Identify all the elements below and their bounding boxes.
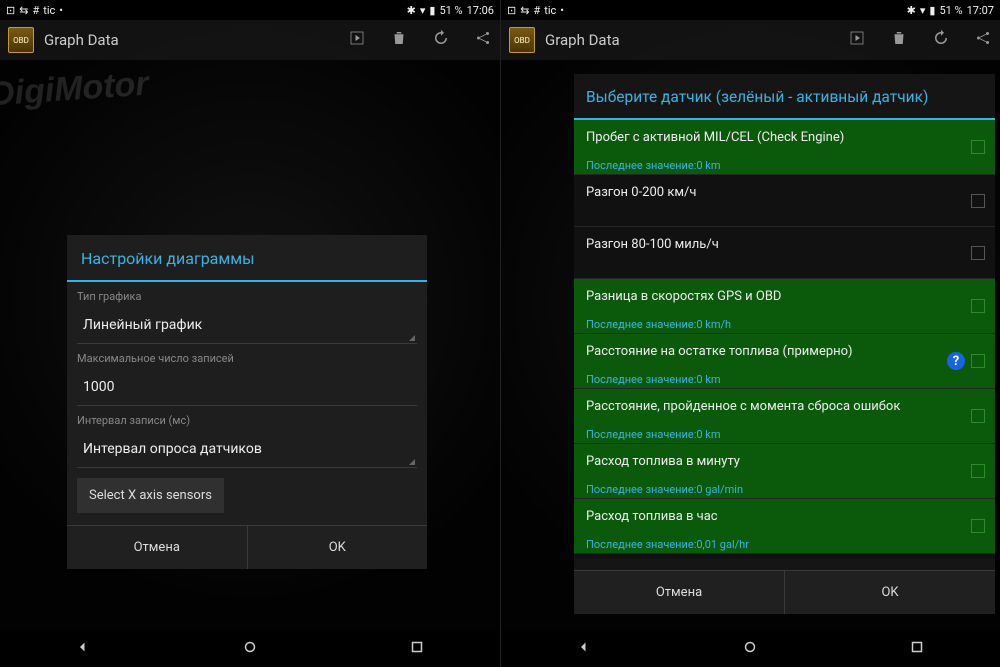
gap-icon: • [59,4,63,17]
refresh-icon[interactable] [932,29,950,51]
app-bar: OBD Graph Data [501,20,1000,60]
sensor-name: Расход топлива в час [586,509,983,524]
sensor-last-value: Последнее значение:0 gal/min [586,483,983,496]
gap-icon: • [560,4,564,17]
ok-button[interactable]: OK [784,571,995,614]
sensor-row[interactable]: Пробег с активной MIL/CEL (Check Engine)… [574,120,995,175]
help-icon[interactable]: ? [947,352,965,370]
sensor-row[interactable]: Расстояние на остатке топлива (примерно)… [574,334,995,389]
sensor-name: Разгон 80-100 миль/ч [586,237,983,252]
dock-icon: ⊡ [6,4,15,17]
interval-spinner[interactable]: Интервал опроса датчиков [77,431,417,468]
play-icon[interactable] [348,29,366,51]
hash-icon: # [533,4,540,17]
battery-icon: ▮ [429,4,435,17]
nav-bar [0,631,500,667]
back-icon[interactable] [74,638,92,660]
checkbox[interactable] [971,194,985,208]
sensor-name: Расстояние на остатке топлива (примерно) [586,344,983,359]
share-icon[interactable] [974,29,992,51]
carrier: tic [544,4,556,17]
sensor-name: Разница в скоростях GPS и OBD [586,289,983,304]
sensor-last-value: Последнее значение:0 km [586,428,983,441]
battery-icon: ▮ [929,4,935,17]
max-records-label: Максимальное число записей [67,344,427,365]
battery-pct: 51 % [439,4,462,17]
refresh-icon[interactable] [432,29,450,51]
sensor-row[interactable]: Разгон 0-200 км/ч [574,175,995,227]
checkbox[interactable] [971,299,985,313]
wifi-icon: ▾ [920,4,926,17]
arrow-icon: ⇆ [520,4,529,17]
checkbox[interactable] [971,519,985,533]
max-records-input[interactable]: 1000 [77,369,417,406]
chevron-down-icon [409,459,415,465]
home-icon[interactable] [741,638,759,660]
checkbox[interactable] [971,140,985,154]
dialog-title: Настройки диаграммы [67,235,427,280]
trash-icon[interactable] [390,29,408,51]
hash-icon: # [32,4,39,17]
arrow-icon: ⇆ [19,4,28,17]
bluetooth-icon: ✱ [407,4,416,17]
sensor-row[interactable]: Разгон 80-100 миль/ч [574,227,995,279]
chart-type-spinner[interactable]: Линейный график [77,307,417,344]
cancel-button[interactable]: Отмена [574,571,784,614]
battery-pct: 51 % [939,4,962,17]
share-icon[interactable] [474,29,492,51]
chart-type-label: Тип графика [67,282,427,303]
clock: 17:06 [467,4,494,17]
trash-icon[interactable] [890,29,908,51]
sensor-name: Расстояние, пройденное с момента сброса … [586,399,983,414]
checkbox[interactable] [971,464,985,478]
chart-settings-dialog: Настройки диаграммы Тип графика Линейный… [67,235,427,569]
app-bar: OBD Graph Data [0,20,500,60]
carrier: tic [43,4,55,17]
wifi-icon: ▾ [420,4,426,17]
app-icon: OBD [509,27,535,53]
sensor-row[interactable]: Расход топлива в час Последнее значение:0… [574,499,995,554]
dialog-title: Выберите датчик (зелёный - активный датч… [574,74,995,118]
app-icon: OBD [8,27,34,53]
app-title: Graph Data [545,31,620,49]
recents-icon[interactable] [908,638,926,660]
sensor-picker-dialog: Выберите датчик (зелёный - активный датч… [574,74,995,614]
sensor-row[interactable]: Скорость (GPS) [574,554,995,558]
chevron-down-icon [409,335,415,341]
sensor-row[interactable]: Расстояние, пройденное с момента сброса … [574,389,995,444]
sensor-last-value: Последнее значение:0 km [586,373,983,386]
checkbox[interactable] [971,246,985,260]
sensor-name: Пробег с активной MIL/CEL (Check Engine) [586,130,983,145]
bluetooth-icon: ✱ [907,4,916,17]
checkbox[interactable] [971,354,985,368]
select-sensors-button[interactable]: Select X axis sensors [77,478,224,513]
sensor-list[interactable]: Пробег с активной MIL/CEL (Check Engine)… [574,120,995,558]
cancel-button[interactable]: Отмена [67,526,247,569]
sensor-name: Разгон 0-200 км/ч [586,185,983,200]
sensor-row[interactable]: Расход топлива в минуту Последнее значени… [574,444,995,499]
interval-label: Интервал записи (мс) [67,406,427,427]
dock-icon: ⊡ [507,4,516,17]
status-bar: ⊡ ⇆ # tic • ✱ ▾ ▮ 51 % 17:06 [0,0,500,20]
checkbox[interactable] [971,409,985,423]
recents-icon[interactable] [408,638,426,660]
nav-bar [501,631,1000,667]
home-icon[interactable] [241,638,259,660]
sensor-name: Расход топлива в минуту [586,454,983,469]
app-title: Graph Data [44,31,119,49]
ok-button[interactable]: OK [247,526,428,569]
sensor-row[interactable]: Разница в скоростях GPS и OBD Последнее з… [574,279,995,334]
sensor-last-value: Последнее значение:0,01 gal/hr [586,538,983,551]
clock: 17:07 [967,4,994,17]
status-bar: ⊡ ⇆ # tic • ✱ ▾ ▮ 51 % 17:07 [501,0,1000,20]
play-icon[interactable] [848,29,866,51]
back-icon[interactable] [575,638,593,660]
sensor-last-value: Последнее значение:0 km [586,159,983,172]
sensor-last-value: Последнее значение:0 km/h [586,318,983,331]
